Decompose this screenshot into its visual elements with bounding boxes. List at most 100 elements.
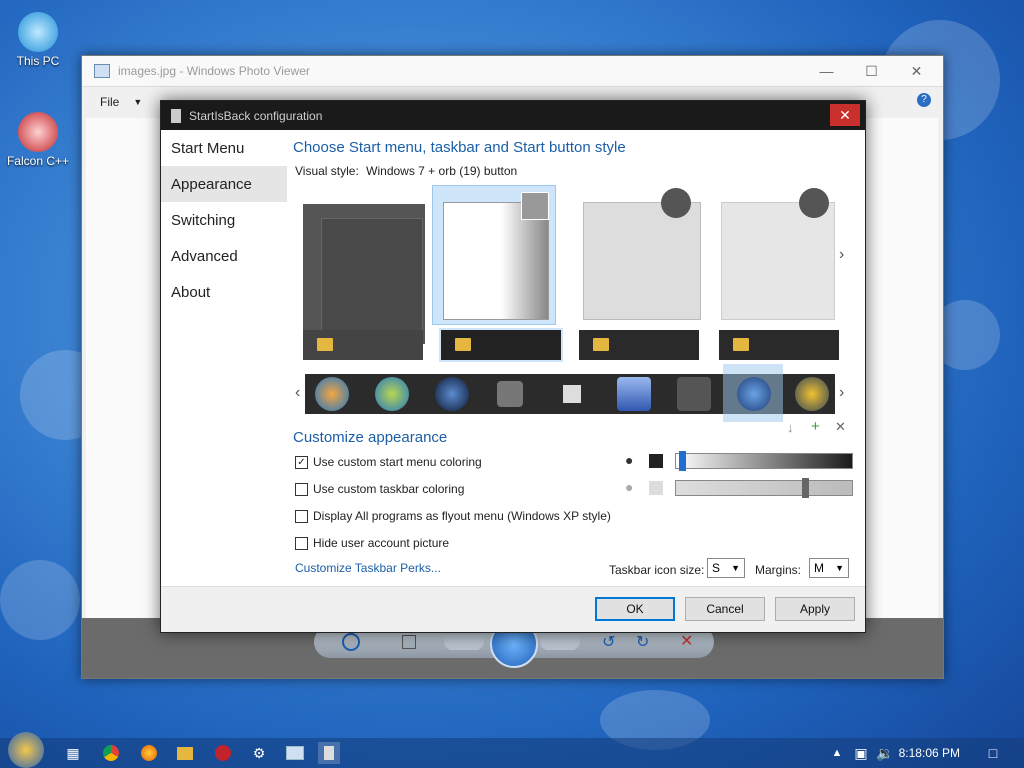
desktop-icon-label: This PC [16,54,60,68]
chrome-icon[interactable] [100,742,122,764]
startisback-taskbar-icon[interactable] [318,742,340,764]
style-thumb-windows7[interactable] [432,185,556,325]
chevron-right-icon[interactable]: › [839,384,844,402]
previous-icon[interactable] [444,634,484,650]
desktop-icon-falcon[interactable]: Falcon C++ [6,112,70,168]
settings-gear-icon[interactable]: ⚙ [248,742,270,764]
thumb-menu-preview [583,202,701,320]
apply-button[interactable]: Apply [775,597,855,621]
user-picture-icon [661,188,691,218]
style-thumb-windows10[interactable] [303,204,425,344]
taskbar-preview-2[interactable] [439,328,563,362]
slider-knob[interactable] [802,478,809,498]
taskbar-clock[interactable]: 8:18:06 PM [899,746,960,760]
next-icon[interactable] [540,634,580,650]
nav-about[interactable]: About [161,274,287,310]
fit-icon[interactable] [402,635,416,649]
firefox-icon[interactable] [138,742,160,764]
file-explorer-icon[interactable] [174,742,196,764]
checkbox-label: Use custom start menu coloring [313,455,482,469]
ok-button[interactable]: OK [595,597,675,621]
add-icon[interactable]: + [811,418,820,435]
orb-5-icon[interactable] [563,385,581,403]
close-button[interactable]: ✕ [894,56,939,86]
chevron-right-icon[interactable]: › [839,246,844,264]
startisback-dialog: StartIsBack configuration ✕ Start Menu A… [160,100,866,633]
folder-icon [317,338,333,351]
start-menu-color-slider[interactable] [675,451,853,471]
remove-icon[interactable]: ✕ [835,419,846,435]
dialog-titlebar: StartIsBack configuration [161,101,865,130]
cancel-button[interactable]: Cancel [685,597,765,621]
orb-2-icon[interactable] [375,377,409,411]
checkbox-custom-start-menu-coloring[interactable]: ✓ Use custom start menu coloring [295,454,482,470]
checkbox-box [295,482,308,496]
orb-4-icon[interactable] [497,381,523,407]
desktop-icon-this-pc[interactable]: This PC [6,12,70,68]
start-orb-button[interactable] [8,732,44,768]
nav-switching[interactable]: Switching [161,202,287,238]
delete-icon[interactable]: ✕ [680,631,693,651]
orb-3-icon[interactable] [435,377,469,411]
checkbox-custom-taskbar-coloring[interactable]: Use custom taskbar coloring [295,481,464,497]
volume-icon[interactable]: 🔉 [874,742,896,764]
select-value: M [814,561,824,575]
nav-appearance[interactable]: Appearance [161,166,287,202]
thumb-tile-grid [321,218,423,332]
margins-select[interactable]: M ▼ [809,558,849,578]
nav-start-menu[interactable]: Start Menu [161,130,287,166]
taskbar-color-swatch[interactable] [649,481,663,495]
maximize-button[interactable]: ☐ [849,56,894,86]
photo-viewer-taskbar-icon[interactable] [284,742,306,764]
zoom-icon[interactable] [342,633,360,651]
falcon-taskbar-icon[interactable] [212,742,234,764]
chevron-up-icon[interactable]: ▲ [826,742,848,764]
download-icon[interactable]: ↓ [787,420,794,435]
help-icon[interactable]: ? [917,93,931,107]
style-thumb-glass[interactable] [581,186,703,324]
taskbar-icon-size-label: Taskbar icon size: [609,563,705,577]
start-menu-color-swatch[interactable] [649,454,663,468]
taskbar-icon-size-select[interactable]: S ▼ [707,558,745,578]
chevron-down-icon: ▼ [133,97,143,107]
style-thumb-plain[interactable] [719,186,841,324]
checkbox-label: Use custom taskbar coloring [313,482,465,496]
photo-viewer-icon [94,64,110,78]
task-view-icon[interactable]: ▦ [62,742,84,764]
orb-9-icon[interactable] [795,377,829,411]
opacity-drop-icon: ● [625,479,634,495]
chevron-down-icon: ▼ [835,563,844,573]
taskbar-preview-1[interactable] [303,330,423,360]
customize-header: Customize appearance [293,429,448,446]
nav-advanced[interactable]: Advanced [161,238,287,274]
startisback-icon [171,108,181,123]
style-header: Choose Start menu, taskbar and Start but… [293,139,626,156]
menu-file[interactable]: File [100,95,119,109]
notifications-icon[interactable]: □ [982,742,1004,764]
rotate-right-icon[interactable]: ↻ [636,632,649,652]
slider-knob[interactable] [679,451,686,471]
chevron-down-icon: ▼ [731,563,740,573]
checkbox-flyout-menu[interactable]: Display All programs as flyout menu (Win… [295,508,611,524]
settings-nav: Start Menu Appearance Switching Advanced… [161,130,287,587]
folder-icon [733,338,749,351]
orb-7-icon[interactable] [677,377,711,411]
orb-6-icon[interactable] [617,377,651,411]
minimize-button[interactable]: — [804,56,849,86]
chevron-left-icon[interactable]: ‹ [295,384,300,402]
dialog-close-button[interactable]: ✕ [830,104,860,126]
rotate-left-icon[interactable]: ↺ [602,632,615,652]
check-icon: ✓ [295,455,308,469]
orb-8-icon[interactable] [737,377,771,411]
taskbar-color-slider[interactable] [675,478,853,498]
opacity-drop-icon: ● [625,452,634,468]
visual-style-line: Visual style: Windows 7 + orb (19) butto… [295,164,517,178]
customize-taskbar-perks-link[interactable]: Customize Taskbar Perks... [295,561,441,575]
dialog-button-bar: OK Cancel Apply [161,586,865,632]
network-icon[interactable]: ▣ [850,742,872,764]
checkbox-hide-user-picture[interactable]: Hide user account picture [295,535,449,551]
orb-1-icon[interactable] [315,377,349,411]
taskbar-preview-3[interactable] [579,330,699,360]
photo-viewer-title: images.jpg - Windows Photo Viewer [118,64,310,78]
taskbar-preview-4[interactable] [719,330,839,360]
